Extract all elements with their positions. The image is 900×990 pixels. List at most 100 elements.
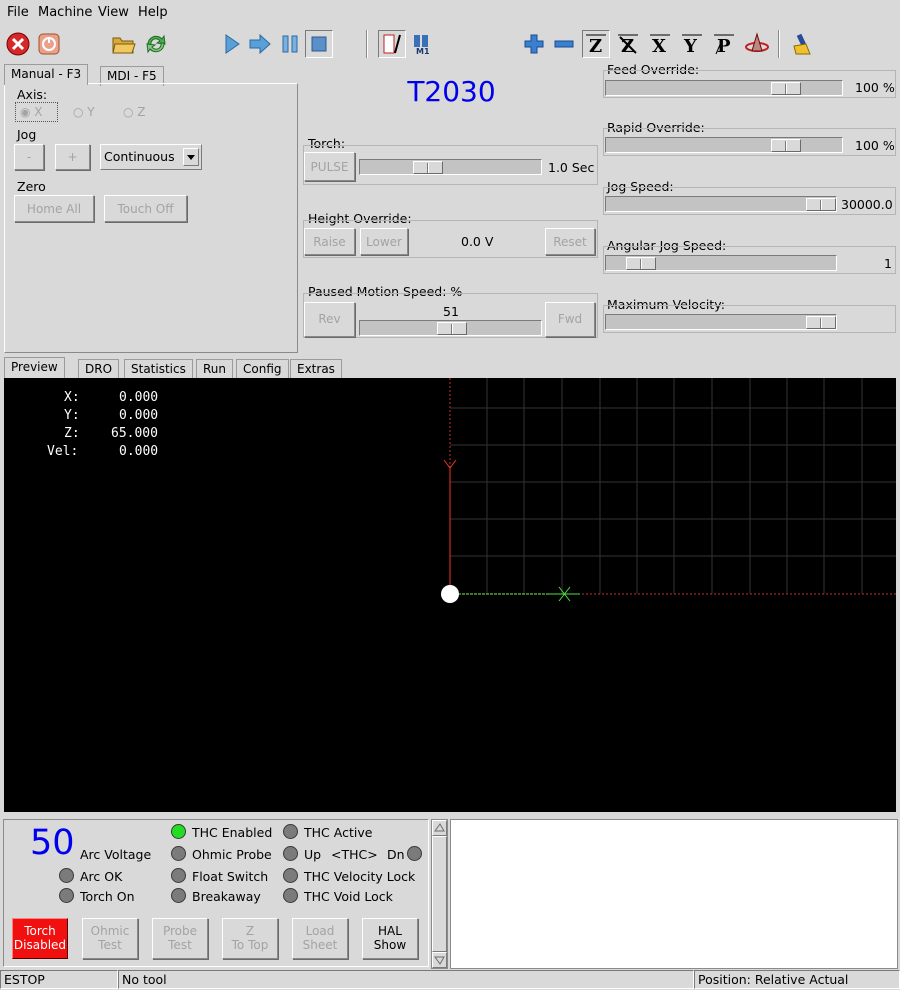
- jog-mode-select[interactable]: Continuous: [100, 144, 202, 170]
- torch-slider[interactable]: [359, 159, 542, 175]
- touch-off-button[interactable]: Touch Off: [104, 195, 187, 222]
- status-position: Position: Relative Actual: [694, 970, 900, 989]
- ohmic-test-line1: Ohmic: [90, 924, 130, 938]
- hal-show-button[interactable]: HAL Show: [362, 918, 418, 959]
- load-sheet-button[interactable]: Load Sheet: [292, 918, 348, 959]
- thc-enabled-label: THC Enabled: [192, 825, 273, 840]
- torch-disabled-button[interactable]: Torch Disabled: [12, 918, 68, 959]
- hal-show-line2: Show: [373, 938, 407, 952]
- tab-statistics[interactable]: Statistics: [124, 359, 193, 379]
- jog-plus-button[interactable]: +: [55, 144, 90, 170]
- output-text-area[interactable]: [450, 819, 898, 969]
- zero-label: Zero: [17, 179, 46, 194]
- hal-show-line1: HAL: [378, 924, 402, 938]
- dro-y-axis: Y:: [64, 408, 80, 423]
- dro-z-value: 65.000: [111, 426, 158, 441]
- axis-x-label: X: [34, 105, 43, 119]
- run-icon[interactable]: [218, 30, 246, 58]
- max-velocity-slider-thumb[interactable]: [806, 316, 836, 329]
- chevron-down-icon[interactable]: [183, 148, 199, 166]
- home-all-button[interactable]: Home All: [14, 195, 94, 222]
- jog-label: Jog: [17, 127, 37, 142]
- pause-icon[interactable]: [276, 30, 304, 58]
- stop-icon[interactable]: [305, 30, 333, 58]
- menu-file[interactable]: File: [7, 5, 29, 20]
- machine-title-text: T2030: [407, 75, 496, 108]
- paused-speed-slider-thumb[interactable]: [437, 322, 467, 335]
- paused-speed-slider[interactable]: [359, 320, 542, 336]
- float-switch-led: [171, 868, 186, 883]
- raise-button[interactable]: Raise: [304, 228, 355, 255]
- fwd-button[interactable]: Fwd: [545, 302, 595, 337]
- menu-machine[interactable]: Machine: [38, 5, 92, 20]
- jog-speed-slider-thumb[interactable]: [806, 198, 836, 211]
- scroll-thumb[interactable]: [432, 836, 447, 952]
- reset-button[interactable]: Reset: [545, 228, 595, 255]
- axis-z-radio[interactable]: ○ Z: [123, 105, 146, 119]
- status-estop: ESTOP: [0, 970, 118, 989]
- thc-dn-label: Dn: [387, 847, 405, 862]
- torch-slider-thumb[interactable]: [413, 161, 443, 174]
- arc-voltage-value: 50: [30, 823, 75, 863]
- power-icon[interactable]: [35, 30, 63, 58]
- axis-y-label: Y: [87, 105, 95, 119]
- zoom-in-icon[interactable]: [520, 30, 548, 58]
- arc-ok-led: [59, 868, 74, 883]
- rev-button[interactable]: Rev: [304, 302, 355, 337]
- angular-jog-slider-thumb[interactable]: [626, 257, 656, 270]
- view-y-icon[interactable]: Y: [678, 30, 706, 58]
- thc-up-led: [283, 846, 298, 861]
- tab-preview[interactable]: Preview: [4, 357, 65, 378]
- angular-jog-value: 1: [884, 256, 892, 271]
- ohmic-test-button[interactable]: Ohmic Test: [82, 918, 138, 959]
- tab-dro[interactable]: DRO: [78, 359, 120, 379]
- z-to-top-line2: To Top: [231, 938, 269, 952]
- axis-y-radio[interactable]: ○ Y: [73, 105, 95, 119]
- max-velocity-slider[interactable]: [605, 314, 837, 330]
- ohmic-test-line2: Test: [98, 938, 122, 952]
- feed-override-slider[interactable]: [605, 80, 843, 96]
- rapid-override-slider-thumb[interactable]: [771, 139, 801, 152]
- clear-icon[interactable]: [788, 30, 816, 58]
- scroll-up-icon[interactable]: [432, 820, 447, 836]
- tab-extras[interactable]: Extras: [290, 359, 342, 379]
- open-file-icon[interactable]: [110, 30, 138, 58]
- preview-canvas[interactable]: X: 0.000 Y: 0.000 Z: 65.000 Vel: 0.000: [4, 378, 896, 812]
- view-p-icon[interactable]: P: [710, 30, 738, 58]
- tab-manual[interactable]: Manual - F3: [4, 64, 89, 85]
- output-scrollbar[interactable]: [431, 819, 448, 969]
- menu-help[interactable]: Help: [138, 5, 168, 20]
- menu-bar: File Machine View Help: [0, 0, 900, 26]
- float-switch-label: Float Switch: [192, 869, 269, 884]
- zoom-out-icon[interactable]: [550, 30, 578, 58]
- torch-on-label: Torch On: [80, 889, 135, 904]
- axis-z-label: Z: [137, 105, 146, 119]
- dro-x-axis: X:: [64, 390, 80, 405]
- z-to-top-button[interactable]: Z To Top: [222, 918, 278, 959]
- reload-icon[interactable]: [142, 30, 170, 58]
- mist-icon[interactable]: M1: [408, 30, 436, 58]
- menu-view[interactable]: View: [98, 5, 129, 20]
- probe-test-button[interactable]: Probe Test: [152, 918, 208, 959]
- tab-run[interactable]: Run: [196, 359, 234, 379]
- torch-disabled-line1: Torch: [24, 924, 56, 938]
- touch-off-icon[interactable]: [378, 30, 406, 58]
- angular-jog-slider[interactable]: [605, 255, 837, 271]
- scroll-down-icon[interactable]: [432, 952, 447, 968]
- rotate-icon[interactable]: [743, 30, 771, 58]
- step-icon[interactable]: [246, 30, 274, 58]
- rapid-override-slider[interactable]: [605, 137, 843, 153]
- jog-minus-button[interactable]: -: [14, 144, 44, 170]
- axis-x-radio[interactable]: ◉ X: [15, 102, 58, 122]
- tab-config[interactable]: Config: [236, 359, 289, 379]
- view-x-icon[interactable]: X: [646, 30, 674, 58]
- jog-speed-slider[interactable]: [605, 196, 837, 212]
- estop-icon[interactable]: [4, 30, 32, 58]
- dro-z-axis: Z:: [64, 426, 80, 441]
- pulse-button[interactable]: PULSE: [304, 152, 355, 181]
- view-z-icon[interactable]: Z: [582, 30, 610, 58]
- lower-button[interactable]: Lower: [360, 228, 408, 255]
- view-z2-icon[interactable]: Z: [614, 30, 642, 58]
- feed-override-slider-thumb[interactable]: [771, 82, 801, 95]
- status-tool: No tool: [118, 970, 694, 989]
